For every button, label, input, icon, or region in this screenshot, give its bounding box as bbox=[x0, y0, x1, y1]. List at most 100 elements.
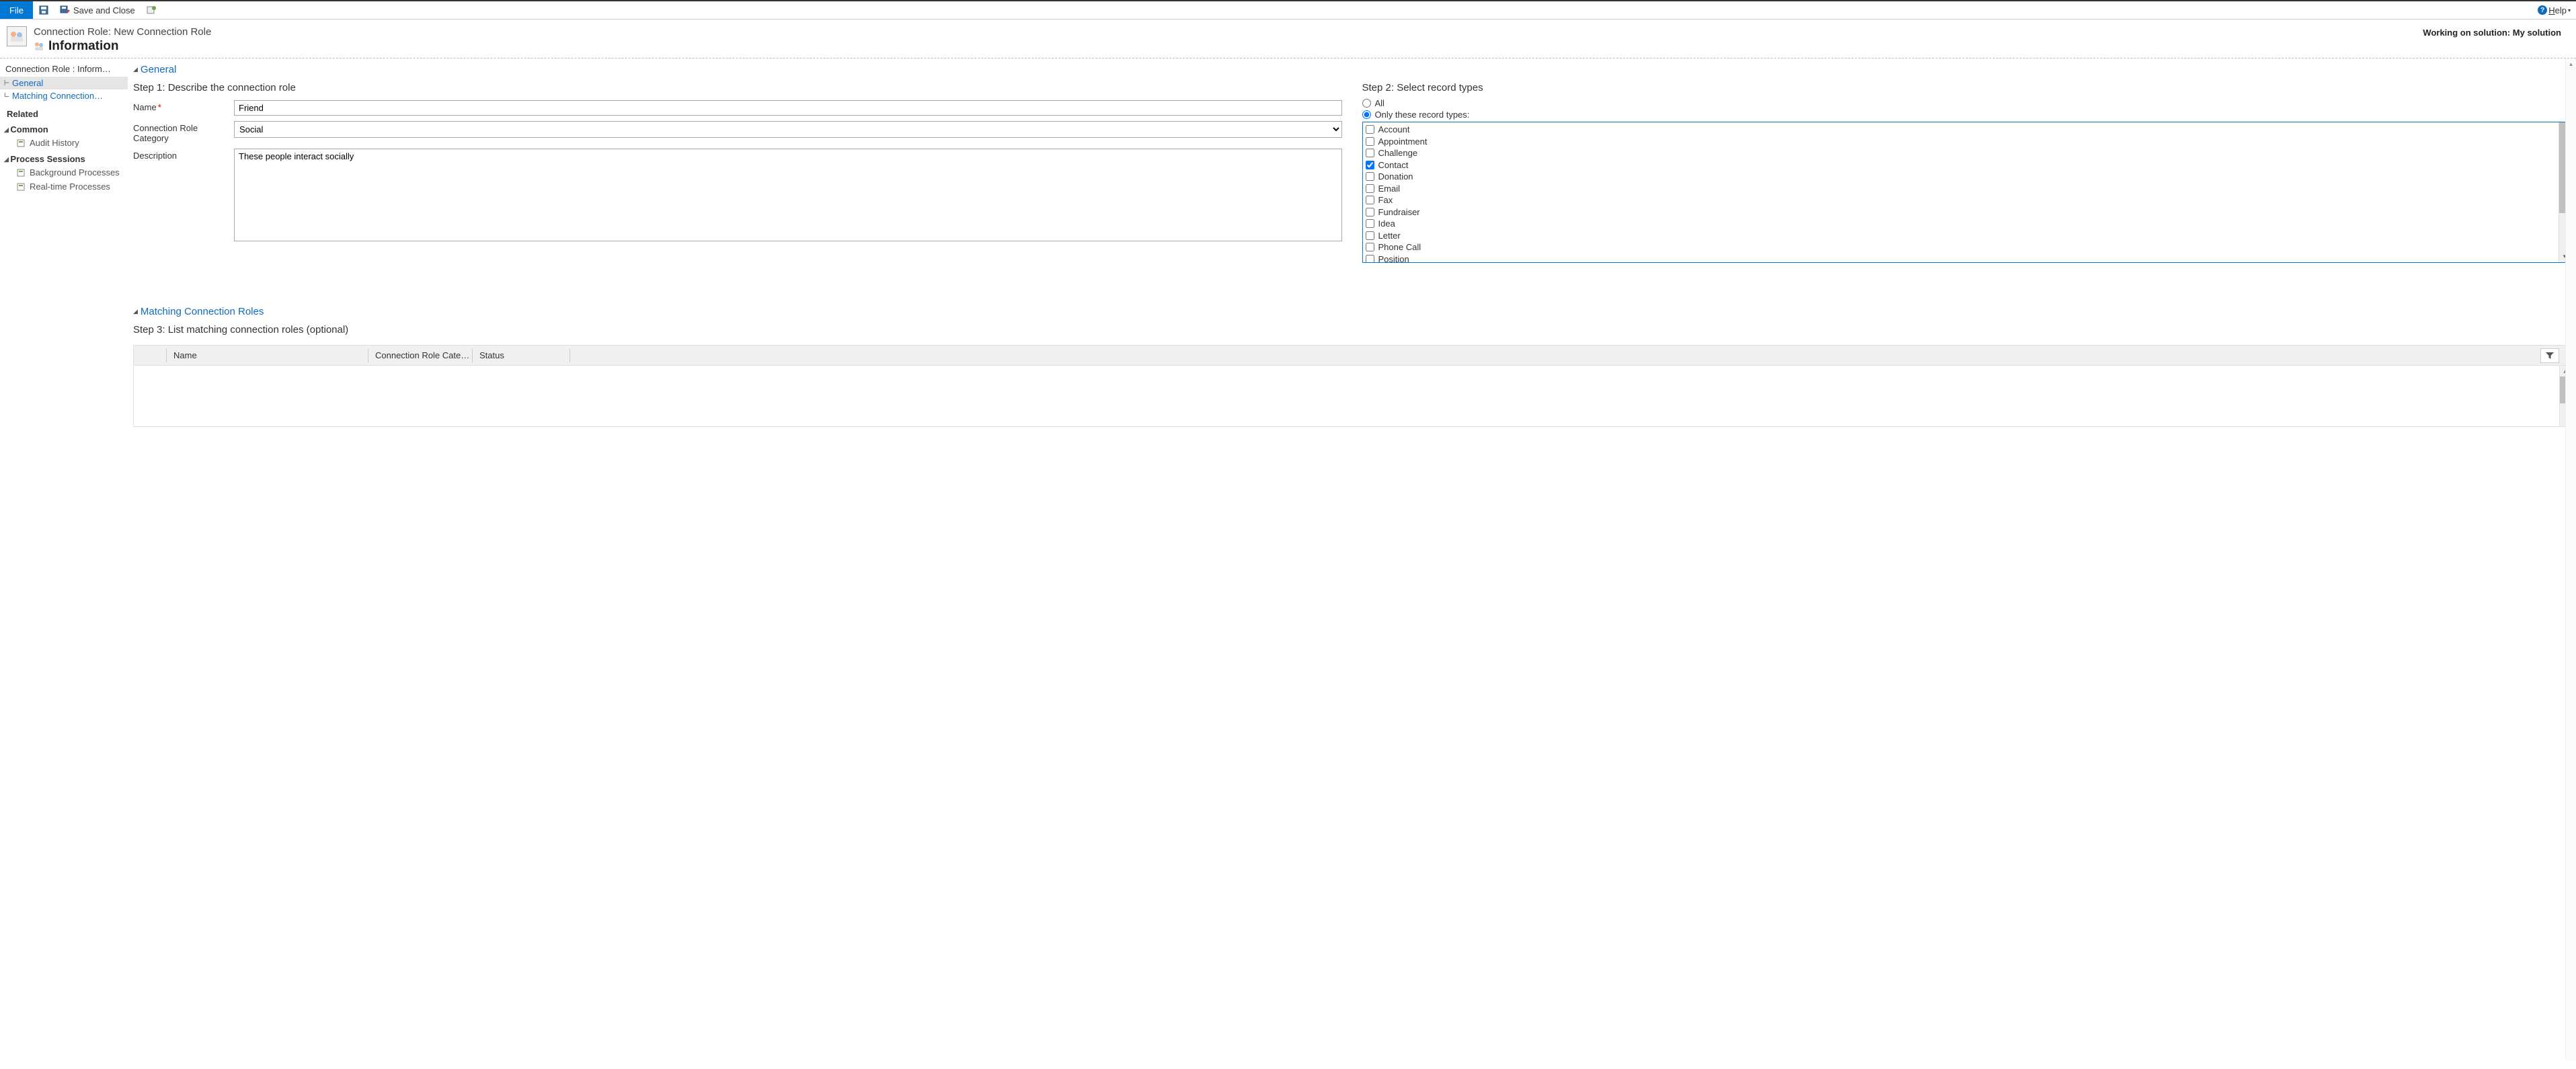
left-navigation: Connection Role : Inform… ⊢General∟Match… bbox=[0, 58, 128, 1060]
record-type-fax[interactable]: Fax bbox=[1366, 194, 2568, 206]
breadcrumb: Connection Role: New Connection Role bbox=[34, 26, 211, 38]
grid-header-row: Name Connection Role Cate… Status bbox=[134, 346, 2570, 366]
record-type-checkbox[interactable] bbox=[1366, 196, 1374, 204]
matching-roles-grid: Name Connection Role Cate… Status ▴ bbox=[133, 345, 2571, 427]
step2-panel: Step 2: Select record types All Only the… bbox=[1362, 78, 2571, 263]
nav-tree-item-matching-connection-[interactable]: ∟Matching Connection… bbox=[0, 89, 128, 102]
record-type-checkbox[interactable] bbox=[1366, 137, 1374, 146]
nav-link-audit-history[interactable]: Audit History bbox=[0, 136, 128, 150]
record-type-idea[interactable]: Idea bbox=[1366, 218, 2568, 230]
actions-button[interactable] bbox=[141, 1, 162, 19]
step1-panel: Step 1: Describe the connection role Nam… bbox=[133, 78, 1342, 263]
radio-only-label: Only these record types: bbox=[1375, 110, 1470, 120]
nav-tree-item-general[interactable]: ⊢General bbox=[0, 77, 128, 89]
grid-col-spacer bbox=[570, 349, 2570, 362]
top-toolbar: File Save and Close ? Help ▾ bbox=[0, 0, 2576, 19]
name-label: Name* bbox=[133, 100, 234, 112]
section-matching[interactable]: Matching Connection Roles bbox=[133, 303, 2571, 320]
step3-heading: Step 3: List matching connection roles (… bbox=[133, 320, 2571, 340]
record-type-email[interactable]: Email bbox=[1366, 183, 2568, 195]
filter-button[interactable] bbox=[2540, 348, 2559, 363]
description-textarea[interactable] bbox=[234, 149, 1342, 241]
nav-title: Connection Role : Inform… bbox=[0, 61, 128, 77]
section-general[interactable]: General bbox=[133, 61, 2571, 78]
radio-all-label: All bbox=[1375, 98, 1384, 108]
record-type-checkbox[interactable] bbox=[1366, 184, 1374, 193]
record-type-label: Challenge bbox=[1378, 147, 1418, 159]
record-type-checkbox[interactable] bbox=[1366, 255, 1374, 262]
save-and-close-button[interactable]: Save and Close bbox=[54, 1, 141, 19]
nav-tree-label: General bbox=[12, 78, 43, 88]
record-type-appointment[interactable]: Appointment bbox=[1366, 136, 2568, 148]
record-type-checkbox[interactable] bbox=[1366, 231, 1374, 240]
record-type-account[interactable]: Account bbox=[1366, 124, 2568, 136]
record-type-label: Idea bbox=[1378, 218, 1395, 230]
actions-icon bbox=[146, 5, 157, 15]
tree-branch-icon: ⊢ bbox=[4, 78, 9, 88]
nav-link-icon bbox=[16, 138, 26, 148]
record-type-checkbox[interactable] bbox=[1366, 149, 1374, 157]
grid-col-status[interactable]: Status bbox=[472, 349, 570, 362]
record-type-contact[interactable]: Contact bbox=[1366, 159, 2568, 171]
page-header: Connection Role: New Connection Role Inf… bbox=[0, 19, 2576, 58]
record-type-label: Fundraiser bbox=[1378, 206, 1420, 219]
name-input[interactable] bbox=[234, 100, 1342, 116]
save-close-icon bbox=[60, 5, 71, 15]
record-type-donation[interactable]: Donation bbox=[1366, 171, 2568, 183]
record-type-fundraiser[interactable]: Fundraiser bbox=[1366, 206, 2568, 219]
record-type-checkbox[interactable] bbox=[1366, 161, 1374, 169]
nav-group-process-sessions[interactable]: Process Sessions bbox=[0, 150, 128, 165]
tree-branch-icon: ∟ bbox=[4, 91, 9, 101]
record-type-label: Appointment bbox=[1378, 136, 1428, 148]
radio-all-row[interactable]: All bbox=[1362, 97, 2571, 109]
file-menu-button[interactable]: File bbox=[0, 1, 33, 19]
radio-only[interactable] bbox=[1362, 110, 1371, 119]
save-icon bbox=[38, 5, 49, 15]
record-type-phone-call[interactable]: Phone Call bbox=[1366, 241, 2568, 253]
content-scroll-up-icon[interactable]: ▴ bbox=[2566, 58, 2576, 69]
save-button[interactable] bbox=[33, 1, 54, 19]
record-type-checkbox[interactable] bbox=[1366, 208, 1374, 216]
nav-group-common[interactable]: Common bbox=[0, 120, 128, 136]
nav-link-background-processes[interactable]: Background Processes bbox=[0, 165, 128, 180]
grid-col-name[interactable]: Name bbox=[166, 349, 368, 362]
grid-col-category[interactable]: Connection Role Cate… bbox=[368, 349, 472, 362]
help-label: Help bbox=[2548, 5, 2567, 15]
record-type-label: Letter bbox=[1378, 230, 1401, 242]
record-type-checkbox[interactable] bbox=[1366, 125, 1374, 134]
main-content: General Step 1: Describe the connection … bbox=[128, 58, 2576, 1060]
radio-all[interactable] bbox=[1362, 99, 1371, 108]
description-label: Description bbox=[133, 149, 234, 161]
record-type-label: Fax bbox=[1378, 194, 1393, 206]
record-type-label: Position bbox=[1378, 253, 1409, 263]
nav-link-real-time-processes[interactable]: Real-time Processes bbox=[0, 180, 128, 194]
record-type-label: Contact bbox=[1378, 159, 1409, 171]
category-select[interactable]: Social bbox=[234, 121, 1342, 138]
nav-link-icon bbox=[16, 168, 26, 177]
help-menu[interactable]: ? Help ▾ bbox=[2532, 5, 2576, 15]
nav-link-icon bbox=[16, 182, 26, 192]
nav-link-label: Audit History bbox=[30, 138, 79, 148]
dropdown-icon: ▾ bbox=[2568, 7, 2571, 13]
record-type-checkbox[interactable] bbox=[1366, 243, 1374, 251]
record-type-label: Email bbox=[1378, 183, 1401, 195]
record-type-label: Phone Call bbox=[1378, 241, 1421, 253]
connection-role-icon bbox=[7, 26, 27, 46]
radio-only-row[interactable]: Only these record types: bbox=[1362, 109, 2571, 120]
related-heading: Related bbox=[0, 102, 128, 120]
grid-checkbox-column[interactable] bbox=[134, 349, 166, 362]
file-menu-label: File bbox=[9, 5, 24, 15]
information-icon bbox=[34, 41, 44, 52]
nav-tree-label: Matching Connection… bbox=[12, 91, 103, 101]
record-type-checkbox[interactable] bbox=[1366, 219, 1374, 228]
record-type-label: Donation bbox=[1378, 171, 1413, 183]
record-type-challenge[interactable]: Challenge bbox=[1366, 147, 2568, 159]
record-type-checkbox[interactable] bbox=[1366, 172, 1374, 181]
nav-link-label: Real-time Processes bbox=[30, 182, 110, 192]
content-scrollbar[interactable]: ▴ bbox=[2565, 58, 2576, 1060]
record-types-listbox[interactable]: AccountAppointmentChallengeContactDonati… bbox=[1362, 122, 2571, 263]
save-and-close-label: Save and Close bbox=[73, 5, 135, 15]
record-type-position[interactable]: Position bbox=[1366, 253, 2568, 263]
solution-label: Working on solution: My solution bbox=[2423, 26, 2569, 38]
record-type-letter[interactable]: Letter bbox=[1366, 230, 2568, 242]
